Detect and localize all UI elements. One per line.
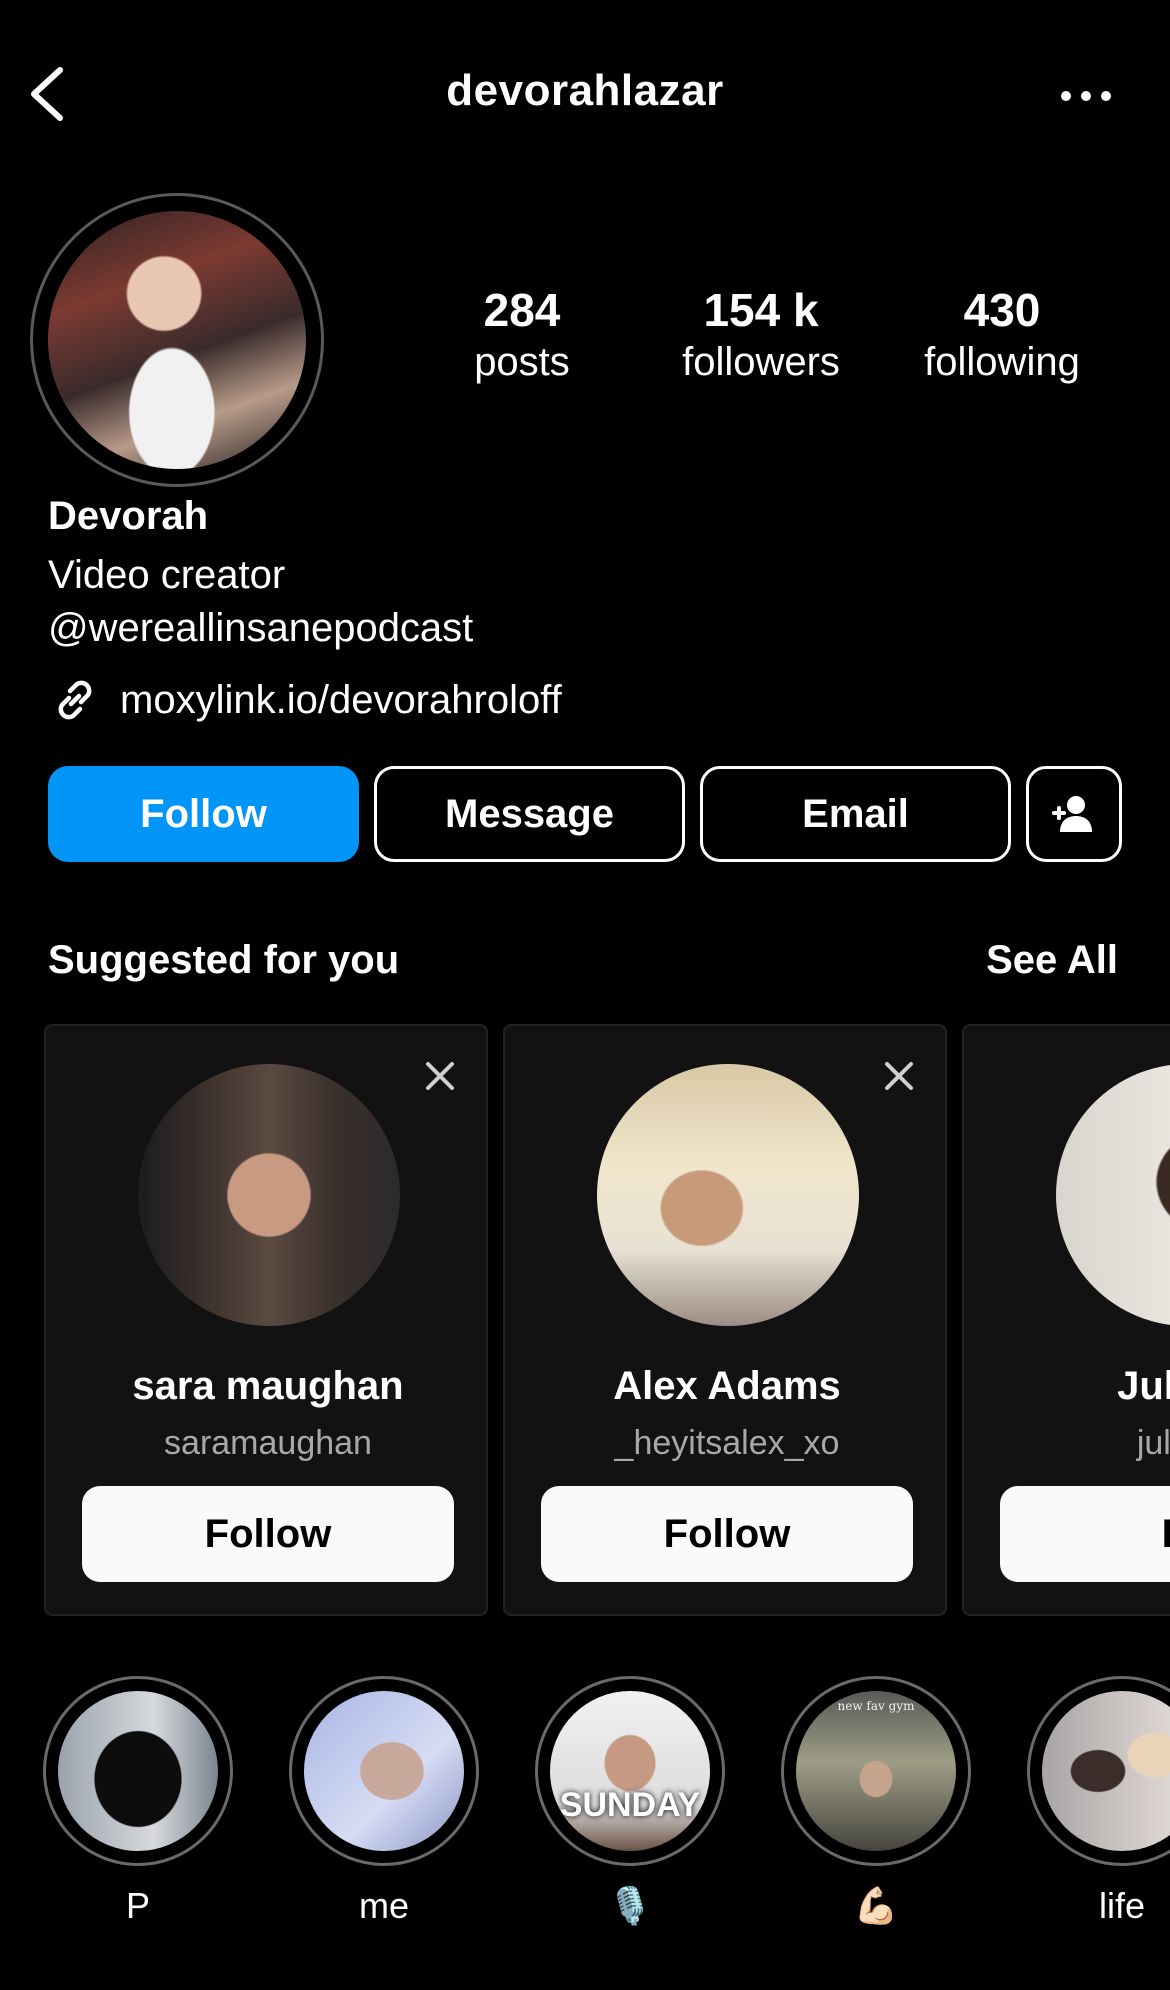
- dismiss-icon[interactable]: [424, 1060, 456, 1092]
- highlight-cover: [58, 1691, 218, 1851]
- suggested-card[interactable]: Alex Adams _heyitsalex_xo Follow: [503, 1024, 947, 1616]
- bio-website-link[interactable]: moxylink.io/devorahroloff: [48, 672, 562, 728]
- highlight-cover: [304, 1691, 464, 1851]
- suggested-avatar[interactable]: [1056, 1064, 1170, 1326]
- follow-button[interactable]: Follow: [48, 766, 359, 862]
- dismiss-icon[interactable]: [883, 1060, 915, 1092]
- highlight-ring: [1027, 1676, 1170, 1866]
- posts-count: 284: [483, 284, 561, 336]
- suggested-section-title: Suggested for you: [48, 938, 400, 982]
- suggested-follow-button[interactable]: Follow: [541, 1486, 913, 1582]
- suggested-users-button[interactable]: [1026, 766, 1122, 862]
- profile-username-title: devorahlazar: [446, 66, 724, 115]
- highlight-ring: [289, 1676, 479, 1866]
- highlight-ring: SUNDAY: [535, 1676, 725, 1866]
- suggested-avatar[interactable]: [138, 1064, 400, 1326]
- highlight-ring: new fav gym: [781, 1676, 971, 1866]
- highlight-ring: [43, 1676, 233, 1866]
- suggested-follow-button[interactable]: Follow: [82, 1486, 454, 1582]
- suggested-name: sara maughan: [132, 1364, 404, 1408]
- email-button[interactable]: Email: [700, 766, 1011, 862]
- story-highlight[interactable]: life: [1027, 1676, 1170, 1928]
- profile-display-name: Devorah: [48, 494, 209, 538]
- highlight-label: 💪🏻: [853, 1885, 899, 1926]
- message-button[interactable]: Message: [374, 766, 685, 862]
- highlight-cover: new fav gym: [796, 1691, 956, 1851]
- bio-mention-link[interactable]: @wereallinsanepodcast: [48, 606, 473, 651]
- suggested-name: Alex Adams: [613, 1364, 841, 1408]
- stat-followers[interactable]: 154 k followers: [651, 282, 871, 386]
- top-bar: devorahlazar: [0, 0, 1170, 190]
- profile-avatar[interactable]: [48, 211, 306, 469]
- bio-category: Video creator: [48, 553, 286, 597]
- suggested-follow-button[interactable]: Fo: [1000, 1486, 1170, 1582]
- more-options-icon[interactable]: [1060, 86, 1112, 106]
- suggested-avatar[interactable]: [597, 1064, 859, 1326]
- stat-posts[interactable]: 284 posts: [412, 282, 632, 386]
- followers-label: followers: [682, 340, 840, 384]
- suggested-card[interactable]: sara maughan saramaughan Follow: [44, 1024, 488, 1616]
- following-label: following: [924, 340, 1080, 384]
- story-highlight[interactable]: me: [289, 1676, 479, 1928]
- highlight-cover: SUNDAY: [550, 1691, 710, 1851]
- story-highlight[interactable]: SUNDAY 🎙️: [535, 1676, 725, 1928]
- highlight-cover: [1042, 1691, 1170, 1851]
- website-url: moxylink.io/devorahroloff: [120, 677, 562, 722]
- highlight-cover-text: new fav gym: [837, 1699, 915, 1713]
- suggested-username: saramaughan: [164, 1424, 372, 1462]
- add-person-icon: [1052, 796, 1092, 832]
- suggested-username: _heyitsalex_xo: [614, 1424, 840, 1462]
- suggested-card[interactable]: Juliana juliana Fo: [962, 1024, 1170, 1616]
- posts-label: posts: [474, 340, 570, 384]
- highlight-label: me: [358, 1885, 409, 1926]
- followers-count: 154 k: [703, 284, 819, 336]
- story-highlight[interactable]: new fav gym 💪🏻: [781, 1676, 971, 1928]
- highlight-label: P: [125, 1885, 150, 1926]
- story-highlight[interactable]: P: [43, 1676, 233, 1928]
- following-count: 430: [963, 284, 1041, 336]
- highlight-label: 🎙️: [607, 1885, 653, 1926]
- suggested-name: Juliana: [1117, 1364, 1170, 1408]
- stat-following[interactable]: 430 following: [892, 282, 1112, 386]
- highlight-cover-text: SUNDAY: [559, 1786, 701, 1824]
- link-icon: [58, 680, 92, 720]
- highlight-label: life: [1098, 1885, 1146, 1926]
- suggested-username: juliana: [1136, 1424, 1170, 1462]
- see-all-link[interactable]: See All: [986, 938, 1118, 983]
